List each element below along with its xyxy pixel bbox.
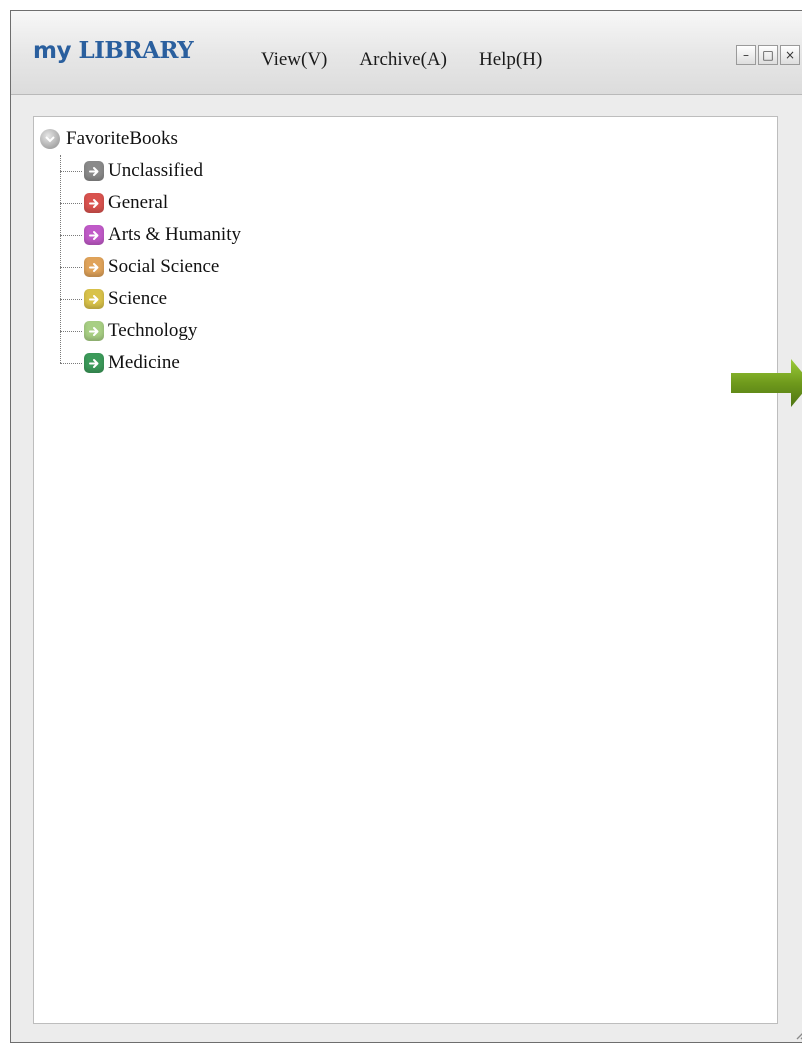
tree-node-arts-humanity[interactable]: Arts & Humanity	[60, 219, 241, 251]
window-controls: – □ ×	[736, 45, 800, 65]
arrow-right-icon	[84, 257, 104, 277]
app-window: my LIBRARY View(V) Archive(A) Help(H) – …	[10, 10, 802, 1043]
menu-view[interactable]: View(V)	[261, 49, 327, 71]
tree-node-label: Social Science	[108, 256, 220, 277]
tree-node-general[interactable]: General	[60, 187, 241, 219]
menu-archive[interactable]: Archive(A)	[359, 49, 447, 71]
tree-node-technology[interactable]: Technology	[60, 315, 241, 347]
menu-help[interactable]: Help(H)	[479, 49, 542, 71]
arrow-right-icon	[731, 359, 802, 407]
minimize-button[interactable]: –	[736, 45, 756, 65]
tree-root-favoritebooks[interactable]: FavoriteBooks	[40, 123, 241, 155]
tree-panel: FavoriteBooks Unclassified General Arts & …	[33, 116, 778, 1024]
tree-node-label: Unclassified	[108, 160, 203, 181]
tree-node-label: Technology	[108, 320, 198, 341]
arrow-right-icon	[84, 193, 104, 213]
title-bar: my LIBRARY View(V) Archive(A) Help(H) – …	[11, 11, 802, 95]
arrow-right-icon	[84, 353, 104, 373]
close-button[interactable]: ×	[780, 45, 800, 65]
tree-node-label: Medicine	[108, 352, 180, 373]
tree-children: Unclassified General Arts & Humanity Social…	[60, 155, 241, 379]
logo-name: LIBRARY	[78, 37, 194, 64]
tree-node-science[interactable]: Science	[60, 283, 241, 315]
arrow-right-icon	[84, 289, 104, 309]
tree-root-label: FavoriteBooks	[66, 128, 178, 149]
menu-bar: View(V) Archive(A) Help(H)	[261, 49, 542, 71]
category-tree: FavoriteBooks Unclassified General Arts & …	[40, 123, 241, 379]
tree-node-label: Science	[108, 288, 168, 309]
tree-node-social-science[interactable]: Social Science	[60, 251, 241, 283]
tree-node-medicine[interactable]: Medicine	[60, 347, 241, 379]
tree-node-label: Arts & Humanity	[108, 224, 241, 245]
logo-prefix: my	[33, 38, 71, 64]
arrow-right-icon	[84, 321, 104, 341]
arrow-right-icon	[84, 161, 104, 181]
resize-grip-icon[interactable]	[794, 1026, 802, 1040]
tree-node-label: General	[108, 192, 169, 213]
arrow-right-icon	[84, 225, 104, 245]
tree-node-unclassified[interactable]: Unclassified	[60, 155, 241, 187]
maximize-button[interactable]: □	[758, 45, 778, 65]
app-logo: my LIBRARY	[33, 37, 194, 64]
chevron-down-icon[interactable]	[40, 129, 60, 149]
